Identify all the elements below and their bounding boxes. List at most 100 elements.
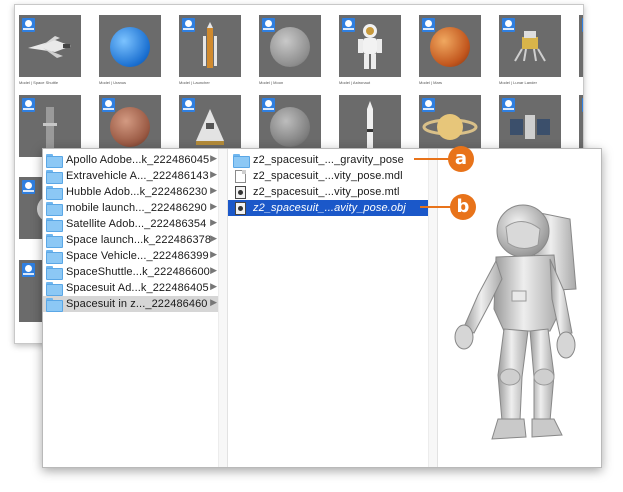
file-row[interactable]: z2_spacesuit_...vity_pose.mtl [228,184,428,200]
launch-pad-icon [43,107,57,150]
chevron-right-icon: ▶ [210,217,217,227]
folder-icon [46,282,63,296]
folder-name: Satellite Adob..._222486354 [66,218,207,230]
space-shuttle-icon [28,36,71,59]
chevron-right-icon: ▶ [210,169,217,179]
folder-name: Spacesuit Ad...k_222486405 [66,282,209,294]
folder-row[interactable]: Apollo Adobe...k_222486045 ▶ [43,152,219,168]
thumbnail-caption: Model | Uranus [99,80,127,85]
material-file-icon [235,185,246,199]
folder-icon [46,266,63,280]
thumbnail-moon[interactable] [259,15,321,77]
folder-row[interactable]: Space launch...k_222486378 ▶ [43,232,219,248]
folder-name: mobile launch..._222486290 [66,202,207,214]
chevron-right-icon: ▶ [210,265,217,275]
thumbnail-blue-planet[interactable] [99,15,161,77]
folder-row[interactable]: mobile launch..._222486290 ▶ [43,200,219,216]
callout-b-leader-line [420,206,452,208]
folder-name: Apollo Adobe...k_222486045 [66,154,210,166]
folder-row-selected[interactable]: Spacesuit in z..._222486460 ▶ [43,296,219,312]
chevron-right-icon: ▶ [210,233,217,243]
thumbnail-caption: Model | Lunar Lander [499,80,537,85]
folder-row[interactable]: Spacesuit Ad...k_222486405 ▶ [43,280,219,296]
folder-icon [46,250,63,264]
callout-a: a [448,146,474,172]
license-badge-icon [422,18,435,32]
capsule-icon [196,109,224,146]
license-badge-icon [102,98,115,112]
folder-row[interactable]: SpaceShuttle...k_222486600 ▶ [43,264,219,280]
folder-name: Spacesuit in z..._222486460 [66,298,208,310]
license-badge-icon [22,98,35,112]
thumbnail-earth[interactable] [579,15,583,77]
file-name: z2_spacesuit_...vity_pose.mdl [253,170,403,182]
folder-icon [233,154,250,168]
chevron-right-icon: ▶ [210,249,217,259]
thumbnail-astronaut[interactable] [339,15,401,77]
column-scrollbar[interactable] [428,149,437,467]
thumbnail-rocket[interactable] [179,15,241,77]
document-icon [235,169,246,183]
folder-name: Space launch...k_222486378 [66,234,212,246]
thumbnail-mars[interactable] [419,15,481,77]
chevron-right-icon: ▶ [210,281,217,291]
file-row-folder[interactable]: z2_spacesuit_..._gravity_pose [228,152,428,168]
thumbnail-caption: Model | Moon [259,80,284,85]
license-badge-icon [22,180,35,194]
thumbnail-caption: Model | Astronaut [339,80,371,85]
rocket-icon [203,22,217,69]
folder-icon [46,154,63,168]
chevron-right-icon: ▶ [210,185,217,195]
asteroid-icon [270,107,310,148]
folder-icon [46,186,63,200]
red-planet-icon [110,107,150,148]
finder-column-browser: Apollo Adobe...k_222486045 ▶ Extravehicl… [42,148,602,468]
satellite-icon [510,115,550,140]
folder-name: Extravehicle A..._222486143 [66,170,209,182]
column-scrollbar[interactable] [218,149,227,467]
folder-icon [46,170,63,184]
folder-name: SpaceShuttle...k_222486600 [66,266,210,278]
astronaut-icon [358,24,382,70]
file-name: z2_spacesuit_...avity_pose.obj [253,202,406,214]
lunar-lander-icon [514,31,546,62]
obj-file-icon [235,201,246,215]
moon-icon [270,27,310,68]
blue-planet-icon [110,27,150,68]
spacesuit-preview-image [454,204,577,440]
file-name: z2_spacesuit_...vity_pose.mtl [253,186,400,198]
file-row-selected[interactable]: z2_spacesuit_...avity_pose.obj [228,200,428,216]
license-badge-icon [582,98,583,112]
callout-a-leader-line [414,158,450,160]
finder-column-folders: Apollo Adobe...k_222486045 ▶ Extravehicl… [43,149,228,467]
folder-row[interactable]: Hubble Adob...k_222486230 ▶ [43,184,219,200]
chevron-right-icon: ▶ [210,297,217,307]
saturn-planet-icon [422,114,478,141]
file-name: z2_spacesuit_..._gravity_pose [253,154,404,166]
file-row[interactable]: z2_spacesuit_...vity_pose.mdl [228,168,428,184]
license-badge-icon [582,18,583,32]
folder-name: Space Vehicle..._222486399 [66,250,209,262]
thumbnail-caption: Model | Mars [419,80,443,85]
folder-name: Hubble Adob...k_222486230 [66,186,208,198]
chevron-right-icon: ▶ [210,201,217,211]
folder-icon [46,298,63,312]
folder-row[interactable]: Space Vehicle..._222486399 ▶ [43,248,219,264]
folder-icon [46,202,63,216]
thumbnail-lunar-lander[interactable] [499,15,561,77]
thumbnail-caption: Model | Launcher [179,80,210,85]
license-badge-icon [262,98,275,112]
folder-icon [46,218,63,232]
license-badge-icon [22,263,35,277]
folder-row[interactable]: Satellite Adob..._222486354 ▶ [43,216,219,232]
license-badge-icon [22,18,35,32]
thumbnail-space-shuttle[interactable] [19,15,81,77]
finder-column-files: z2_spacesuit_..._gravity_pose z2_spacesu… [228,149,438,467]
thumbnail-caption: Model | Space Shuttle [19,80,59,85]
folder-icon [46,234,63,248]
mars-planet-icon [430,27,470,68]
tall-rocket-icon [367,101,373,152]
license-badge-icon [342,18,355,32]
folder-row[interactable]: Extravehicle A..._222486143 ▶ [43,168,219,184]
callout-b: b [450,194,476,220]
